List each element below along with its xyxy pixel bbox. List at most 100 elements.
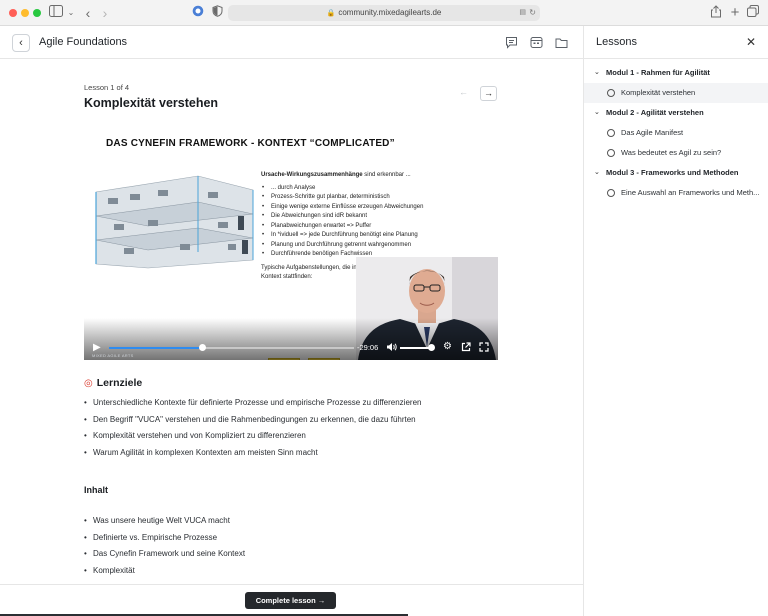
gear-icon: ⚙ bbox=[443, 341, 452, 352]
course-title: Agile Foundations bbox=[39, 36, 128, 48]
slide-bullet: In *ividuell => jede Durchführung benöti… bbox=[261, 231, 466, 241]
share-icon[interactable] bbox=[708, 5, 724, 21]
lesson-label: Komplexität verstehen bbox=[621, 88, 696, 97]
volume-slider[interactable] bbox=[400, 344, 435, 351]
zoom-window-button[interactable] bbox=[33, 9, 41, 17]
video-player[interactable]: DAS CYNEFIN FRAMEWORK - KONTEXT “COMPLIC… bbox=[84, 122, 498, 360]
tab-overview-icon[interactable] bbox=[745, 5, 761, 21]
close-window-button[interactable] bbox=[9, 9, 17, 17]
video-seek-bar[interactable] bbox=[109, 344, 354, 351]
next-lesson-button[interactable]: → bbox=[480, 86, 497, 101]
sidebar-toggle-icon[interactable] bbox=[48, 5, 64, 21]
calendar-icon[interactable] bbox=[530, 36, 544, 49]
chevron-left-icon: ‹ bbox=[19, 37, 23, 49]
slide-bullet: Die Abweichungen sind idR bekannt bbox=[261, 212, 466, 222]
content-item: Definierte vs. Empirische Prozesse bbox=[84, 530, 564, 547]
lesson-content: Lesson 1 of 4 Komplexität verstehen ← → … bbox=[0, 60, 583, 616]
volume-button[interactable] bbox=[386, 342, 397, 354]
comment-icon[interactable] bbox=[505, 36, 519, 49]
slide-heading-bold: Ursache-Wirkungszusammenhänge bbox=[261, 172, 363, 178]
course-header: ‹ Agile Foundations bbox=[0, 26, 583, 59]
volume-fill bbox=[400, 347, 431, 349]
content-item: Was unsere heutige Welt VUCA macht bbox=[84, 513, 564, 530]
lesson-item-frameworks[interactable]: Eine Auswahl an Frameworks und Meth... bbox=[584, 183, 768, 203]
chevron-down-icon: ⌄ bbox=[594, 109, 600, 116]
url-text: community.mixedagilearts.de bbox=[338, 8, 442, 17]
video-controls-overlay bbox=[84, 318, 498, 360]
chevron-down-icon: ⌄ bbox=[594, 169, 600, 176]
slide-bullet: Einige wenige externe Einflüsse erzeugen… bbox=[261, 203, 466, 213]
minimize-window-button[interactable] bbox=[21, 9, 29, 17]
lock-icon: 🔒 bbox=[326, 10, 336, 17]
lessons-panel-header: Lessons ✕ bbox=[584, 26, 768, 59]
lesson-title: Komplexität verstehen bbox=[84, 96, 219, 110]
arrow-left-icon: ← bbox=[459, 87, 468, 97]
goal-item: Komplexität verstehen und von Komplizier… bbox=[84, 428, 564, 445]
lesson-item-agil-sein[interactable]: Was bedeutet es Agil zu sein? bbox=[584, 143, 768, 163]
address-bar[interactable]: 🔒 community.mixedagilearts.de ▤ ↻ bbox=[228, 5, 540, 21]
privacy-icon[interactable] bbox=[190, 5, 206, 21]
reload-icon[interactable]: ↻ bbox=[529, 5, 536, 21]
lessons-panel-title: Lessons bbox=[596, 36, 637, 48]
chevron-down-icon: ⌄ bbox=[594, 69, 600, 76]
module-item-1[interactable]: ⌄ Modul 1 - Rahmen für Agilität bbox=[584, 63, 768, 83]
content-item: Komplexität bbox=[84, 563, 564, 580]
slide-title: DAS CYNEFIN FRAMEWORK - KONTEXT “COMPLIC… bbox=[106, 138, 395, 149]
module-label: Modul 2 - Agilität verstehen bbox=[606, 108, 704, 117]
goal-item: Den Begriff "VUCA" verstehen und die Rah… bbox=[84, 412, 564, 429]
play-button[interactable]: ▶ bbox=[93, 342, 101, 353]
settings-button[interactable]: ⚙ bbox=[443, 341, 452, 352]
module-item-3[interactable]: ⌄ Modul 3 - Frameworks und Methoden bbox=[584, 163, 768, 183]
fullscreen-icon bbox=[479, 342, 489, 352]
popout-button[interactable] bbox=[461, 342, 471, 354]
time-remaining: -29:06 bbox=[357, 343, 379, 352]
module-label: Modul 1 - Rahmen für Agilität bbox=[606, 68, 710, 77]
volume-handle[interactable] bbox=[427, 344, 435, 351]
lessons-panel: Lessons ✕ ⌄ Modul 1 - Rahmen für Agilitä… bbox=[583, 26, 768, 616]
fullscreen-button[interactable] bbox=[479, 342, 489, 354]
browser-toolbar: ⌄ ‹ › 🔒 community.mixedagilearts.de ▤ ↻ + bbox=[0, 0, 768, 26]
slide-bullet-list: ... durch Analyse Prozess-Schritte gut p… bbox=[261, 184, 466, 260]
complete-lesson-button[interactable]: Complete lesson → bbox=[245, 592, 336, 609]
lesson-position: Lesson 1 of 4 bbox=[84, 83, 130, 92]
goals-heading-label: Lernziele bbox=[96, 377, 143, 389]
lesson-label: Was bedeutet es Agil zu sein? bbox=[621, 148, 722, 157]
incomplete-circle-icon bbox=[607, 129, 615, 137]
slide-bullet: ... durch Analyse bbox=[261, 184, 466, 194]
target-icon: ◎ bbox=[84, 378, 93, 389]
video-brand-watermark: MIXED AGILE ARTS bbox=[92, 353, 134, 358]
module-label: Modul 3 - Frameworks und Methoden bbox=[606, 168, 739, 177]
slide-bullet: Prozess-Schritte gut planbar, determinis… bbox=[261, 193, 466, 203]
translate-icon[interactable]: ▤ bbox=[519, 5, 526, 21]
chevron-down-icon[interactable]: ⌄ bbox=[63, 5, 79, 21]
folder-icon[interactable] bbox=[555, 36, 569, 49]
back-nav-icon[interactable]: ‹ bbox=[80, 5, 96, 21]
shield-icon[interactable] bbox=[209, 5, 225, 21]
incomplete-circle-icon bbox=[607, 149, 615, 157]
slide-paragraph-end: Kontext stattfinden: bbox=[261, 274, 313, 280]
slide-bullet: Planabweichungen erwartet => Puffer bbox=[261, 222, 466, 232]
slide-paragraph-start: Typische Aufgabenstellungen, die in bbox=[261, 264, 357, 271]
close-panel-button[interactable]: ✕ bbox=[746, 35, 756, 49]
goal-item: Unterschiedliche Kontexte für definierte… bbox=[84, 395, 564, 412]
speaker-icon bbox=[387, 343, 397, 351]
previous-lesson-button[interactable]: ← bbox=[455, 86, 472, 101]
lesson-item-komplexitaet[interactable]: Komplexität verstehen bbox=[584, 83, 768, 103]
goals-list: Unterschiedliche Kontexte für definierte… bbox=[84, 395, 564, 462]
goals-heading: ◎ Lernziele bbox=[84, 377, 142, 389]
content-item: Das Cynefin Framework und seine Kontext bbox=[84, 546, 564, 563]
slide-heading-rest: sind erkennbar ... bbox=[362, 172, 411, 178]
lesson-item-agile-manifest[interactable]: Das Agile Manifest bbox=[584, 123, 768, 143]
back-button[interactable]: ‹ bbox=[12, 34, 30, 52]
lesson-footer: Complete lesson → bbox=[0, 584, 583, 616]
forward-nav-icon[interactable]: › bbox=[97, 5, 113, 21]
incomplete-circle-icon bbox=[607, 189, 615, 197]
new-tab-icon[interactable]: + bbox=[727, 5, 743, 21]
play-icon: ▶ bbox=[93, 342, 101, 353]
seek-progress-fill bbox=[109, 347, 203, 349]
lesson-label: Das Agile Manifest bbox=[621, 128, 684, 137]
incomplete-circle-icon bbox=[607, 89, 615, 97]
module-item-2[interactable]: ⌄ Modul 2 - Agilität verstehen bbox=[584, 103, 768, 123]
office-building-image bbox=[88, 172, 258, 270]
content-heading: Inhalt bbox=[84, 485, 108, 495]
